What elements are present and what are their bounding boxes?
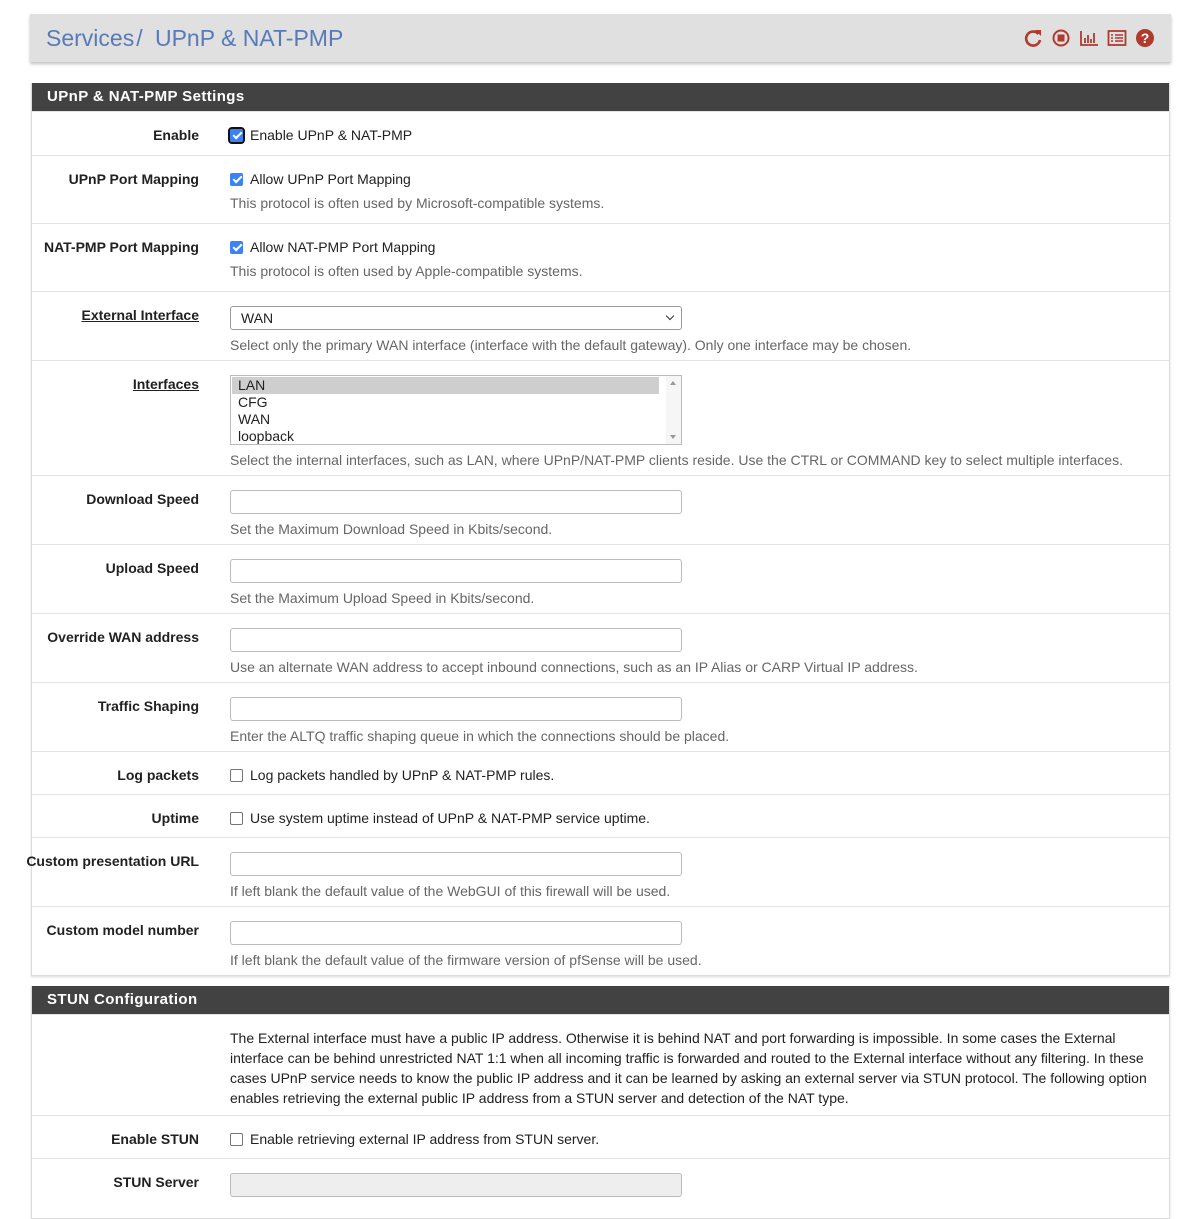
traffic-shaping-input[interactable] (230, 697, 682, 721)
breadcrumb-separator: / (136, 25, 143, 51)
log-text: Log packets handled by UPnP & NAT-PMP ru… (250, 767, 555, 783)
enable-stun-text: Enable retrieving external IP address fr… (250, 1131, 600, 1147)
help-icon[interactable]: ? (1135, 28, 1155, 48)
reload-icon[interactable] (1023, 28, 1043, 48)
upnp-checkbox[interactable] (230, 172, 243, 186)
interface-option[interactable]: WAN (232, 411, 659, 428)
shaping-label: Traffic Shaping (97, 698, 199, 714)
upnp-text: Allow UPnP Port Mapping (250, 171, 411, 187)
panel-title: UPnP & NAT-PMP Settings (32, 83, 1169, 111)
listbox-scrollbar[interactable] (666, 376, 681, 444)
interfaces-label[interactable]: Interfaces (133, 376, 199, 392)
url-help: If left blank the default value of the W… (230, 883, 671, 899)
presentation-url-input[interactable] (230, 852, 682, 876)
interface-option[interactable]: LAN (232, 377, 659, 394)
natpmp-checkbox[interactable] (230, 240, 243, 254)
uptime-checkbox[interactable] (230, 811, 243, 825)
override-label: Override WAN address (47, 629, 199, 645)
upload-speed-input[interactable] (230, 559, 682, 583)
chart-icon[interactable] (1079, 28, 1099, 48)
model-help: If left blank the default value of the f… (230, 952, 702, 968)
breadcrumb: Services/ UPnP & NAT-PMP (46, 25, 343, 52)
breadcrumb-services-link[interactable]: Services (46, 25, 134, 51)
settings-panel: UPnP & NAT-PMP Settings Enable Enable UP… (26, 83, 1170, 976)
natpmp-help: This protocol is often used by Apple-com… (230, 263, 583, 279)
download-speed-input[interactable] (230, 490, 682, 514)
external-interface-help: Select only the primary WAN interface (i… (230, 337, 912, 353)
uptime-label: Uptime (151, 810, 199, 826)
panel-title: STUN Configuration (32, 986, 1169, 1014)
stun-server-input[interactable] (230, 1173, 682, 1197)
stun-server-label: STUN Server (113, 1174, 199, 1190)
interface-option[interactable]: loopback (232, 428, 659, 445)
log-label: Log packets (117, 767, 199, 783)
stun-description: The External interface must have a publi… (230, 1030, 1147, 1106)
override-help: Use an alternate WAN address to accept i… (230, 659, 918, 675)
upload-help: Set the Maximum Upload Speed in Kbits/se… (230, 590, 535, 606)
log-checkbox[interactable] (230, 768, 243, 782)
enable-stun-checkbox[interactable] (230, 1132, 243, 1146)
external-interface-select[interactable]: WAN (230, 306, 682, 330)
breadcrumb-current[interactable]: UPnP & NAT-PMP (155, 25, 343, 51)
shaping-help: Enter the ALTQ traffic shaping queue in … (230, 728, 730, 744)
stun-panel: STUN Configuration The External interfac… (31, 986, 1170, 1219)
url-label: Custom presentation URL (26, 853, 199, 869)
upload-label: Upload Speed (105, 560, 199, 576)
stop-icon[interactable] (1051, 28, 1071, 48)
interfaces-listbox[interactable]: LAN CFG WAN loopback (230, 375, 682, 445)
enable-text: Enable UPnP & NAT-PMP (250, 127, 413, 143)
download-help: Set the Maximum Download Speed in Kbits/… (230, 521, 553, 537)
interface-option[interactable]: CFG (232, 394, 659, 411)
model-number-input[interactable] (230, 921, 682, 945)
natpmp-text: Allow NAT-PMP Port Mapping (250, 239, 436, 255)
download-label: Download Speed (86, 491, 199, 507)
model-label: Custom model number (46, 922, 199, 938)
svg-text:?: ? (1141, 30, 1150, 46)
uptime-text: Use system uptime instead of UPnP & NAT-… (250, 810, 650, 826)
list-icon[interactable] (1107, 28, 1127, 48)
enable-checkbox[interactable] (228, 126, 245, 144)
enable-stun-label: Enable STUN (111, 1131, 199, 1147)
override-wan-input[interactable] (230, 628, 682, 652)
natpmp-label: NAT-PMP Port Mapping (43, 239, 199, 255)
upnp-label: UPnP Port Mapping (68, 171, 199, 187)
external-interface-label[interactable]: External Interface (82, 307, 200, 323)
breadcrumb-bar: Services/ UPnP & NAT-PMP ? (30, 14, 1171, 62)
interfaces-help: Select the internal interfaces, such as … (230, 452, 1123, 468)
upnp-help: This protocol is often used by Microsoft… (230, 195, 605, 211)
enable-label: Enable (153, 127, 199, 143)
